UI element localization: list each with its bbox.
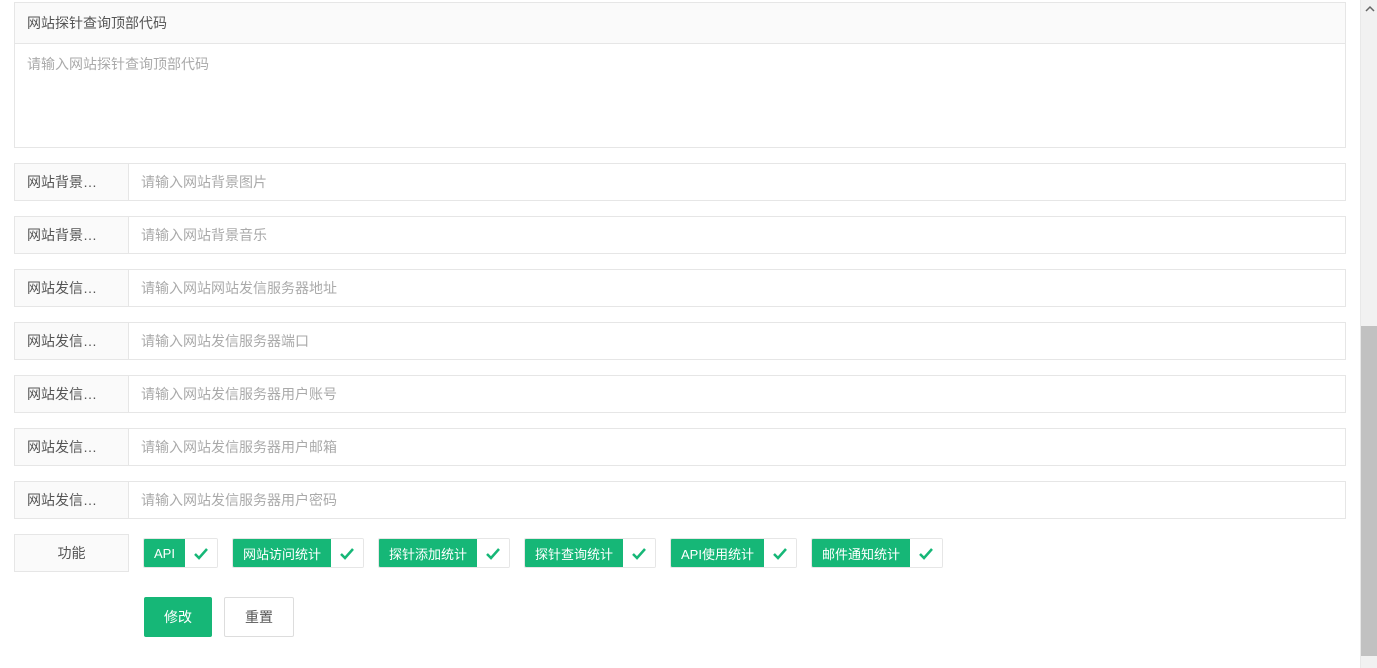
scrollbar-vertical[interactable] [1360, 0, 1377, 668]
reset-button[interactable]: 重置 [224, 597, 294, 637]
toggle-visit-stats[interactable]: 网站访问统计 [232, 538, 364, 568]
checkmark-icon [331, 539, 363, 567]
submit-button[interactable]: 修改 [144, 597, 212, 637]
mail-port-input[interactable] [129, 323, 1345, 359]
mail-server-input[interactable] [129, 270, 1345, 306]
bg-image-label: 网站背景… [14, 163, 129, 201]
scrollbar-up-icon[interactable] [1361, 0, 1377, 17]
mail-port-label: 网站发信… [14, 322, 129, 360]
mail-email-input[interactable] [129, 429, 1345, 465]
toggle-probe-add-stats[interactable]: 探针添加统计 [378, 538, 510, 568]
scrollbar-thumb[interactable] [1361, 326, 1377, 656]
toggle-api-label: API [144, 539, 185, 567]
mail-password-input[interactable] [129, 482, 1345, 518]
features-label: 功能 [14, 534, 129, 572]
toggle-probe-query-stats-label: 探针查询统计 [525, 539, 623, 567]
mail-server-label: 网站发信… [14, 269, 129, 307]
checkmark-icon [623, 539, 655, 567]
toggle-mail-notify-stats[interactable]: 邮件通知统计 [811, 538, 943, 568]
checkmark-icon [910, 539, 942, 567]
toggle-probe-add-stats-label: 探针添加统计 [379, 539, 477, 567]
mail-email-label: 网站发信… [14, 428, 129, 466]
toggle-api-usage-stats[interactable]: API使用统计 [670, 538, 797, 568]
checkmark-icon [185, 539, 217, 567]
toggle-api[interactable]: API [143, 538, 218, 568]
bg-image-input[interactable] [129, 164, 1345, 200]
bg-music-input[interactable] [129, 217, 1345, 253]
mail-account-label: 网站发信… [14, 375, 129, 413]
section-header-probe-top-code: 网站探针查询顶部代码 [14, 2, 1346, 44]
mail-account-input[interactable] [129, 376, 1345, 412]
toggle-probe-query-stats[interactable]: 探针查询统计 [524, 538, 656, 568]
toggle-api-usage-stats-label: API使用统计 [671, 539, 764, 567]
checkmark-icon [764, 539, 796, 567]
toggle-visit-stats-label: 网站访问统计 [233, 539, 331, 567]
bg-music-label: 网站背景… [14, 216, 129, 254]
mail-password-label: 网站发信… [14, 481, 129, 519]
checkmark-icon [477, 539, 509, 567]
toggle-mail-notify-stats-label: 邮件通知统计 [812, 539, 910, 567]
probe-top-code-textarea[interactable] [15, 44, 1345, 144]
